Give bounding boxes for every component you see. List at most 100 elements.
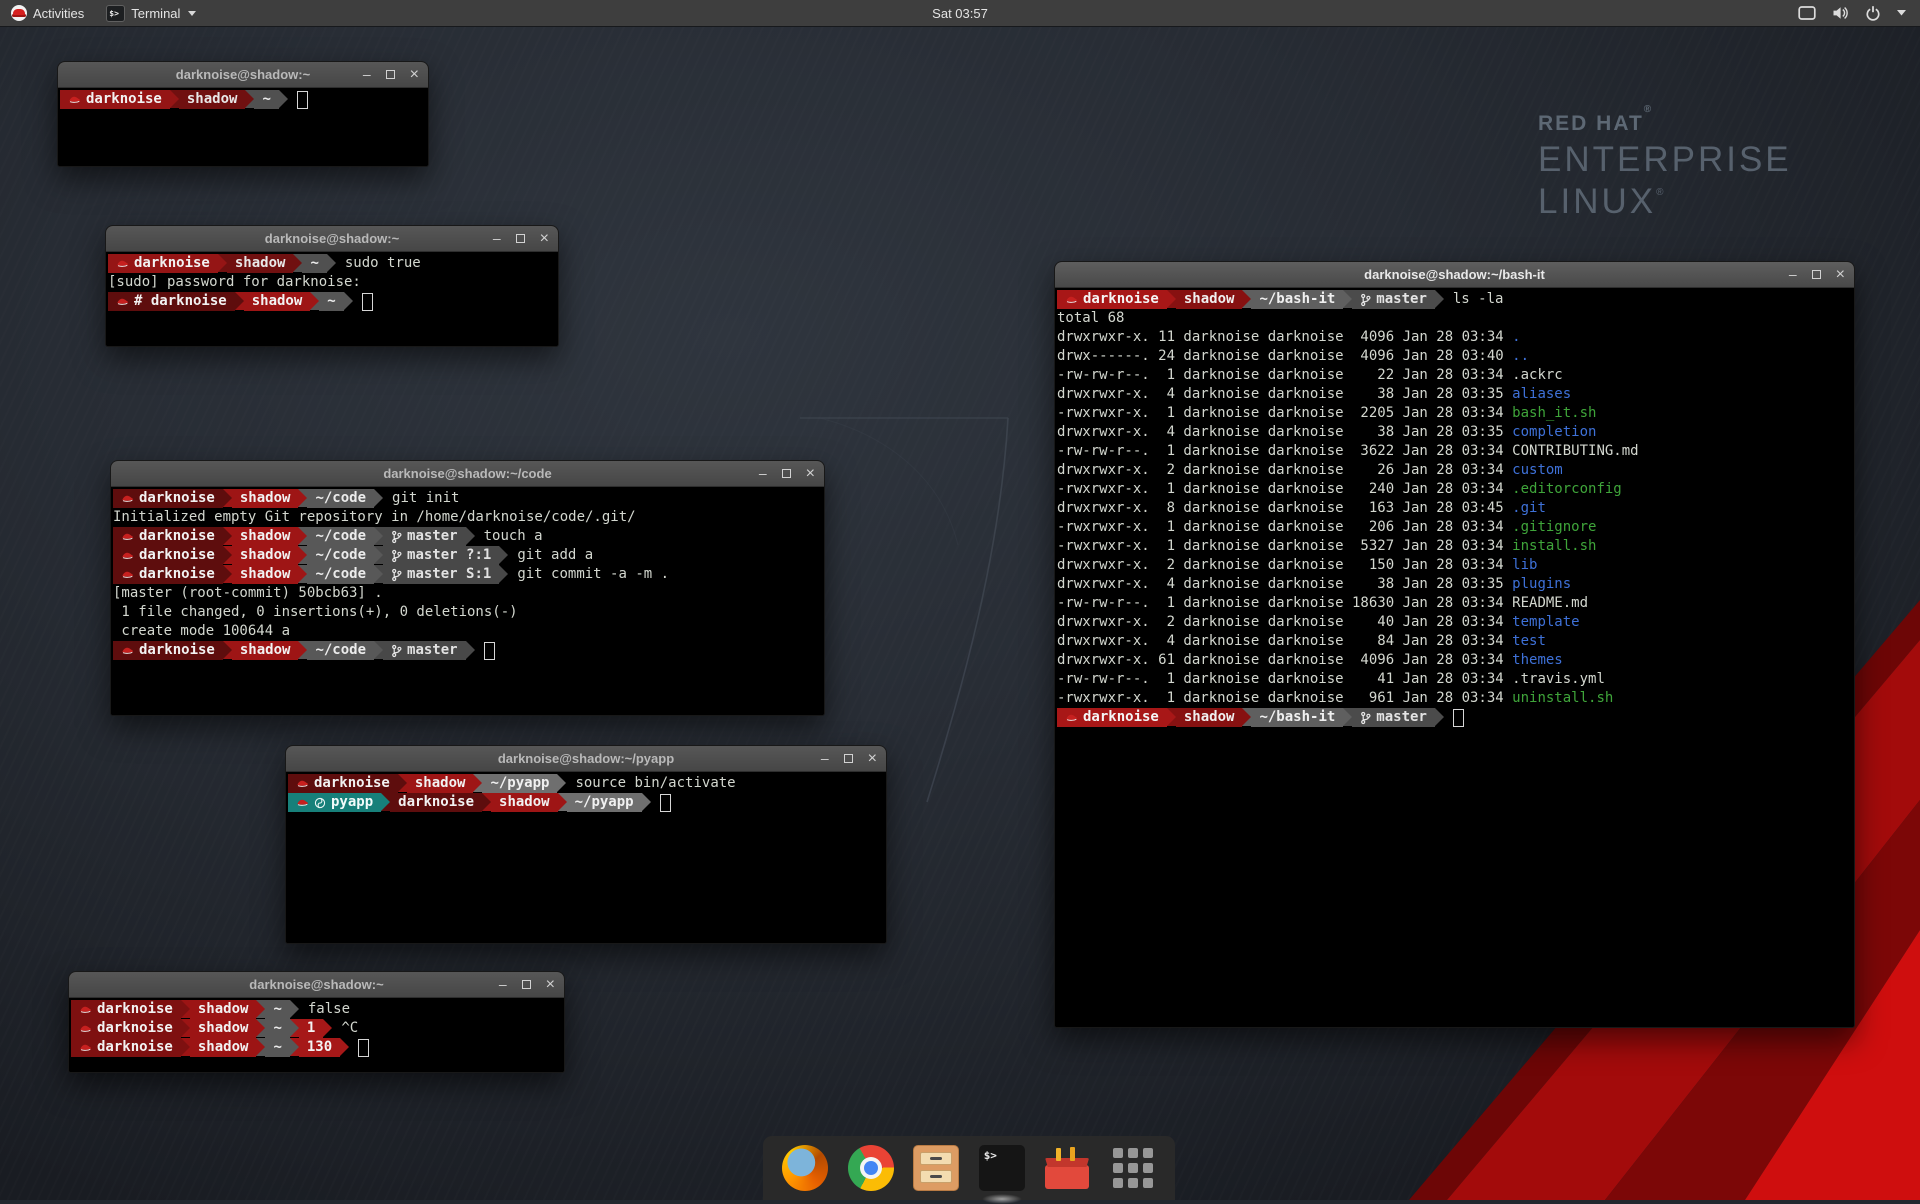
prompt-line: darknoiseshadow~/bash-itmaster — [1057, 708, 1854, 727]
maximize-button[interactable] — [522, 980, 531, 989]
maximize-button[interactable] — [844, 754, 853, 763]
ls-row: drwxrwxr-x. 4 darknoise darknoise 84 Jan… — [1057, 632, 1512, 651]
powerline-separator — [374, 641, 383, 659]
segment-text: ~/code — [315, 489, 366, 508]
segment-text: ~/code — [315, 546, 366, 565]
power-icon[interactable] — [1865, 5, 1881, 22]
terminal-line: -rw-rw-r--. 1 darknoise darknoise 3622 J… — [1057, 442, 1854, 461]
files-icon[interactable] — [913, 1145, 959, 1191]
terminal-window[interactable]: darknoise@shadow:~–×darknoiseshadow~sudo… — [105, 225, 559, 347]
terminal-screen[interactable]: darknoiseshadow~ — [58, 88, 428, 166]
minimize-button[interactable]: – — [363, 62, 371, 87]
powerline-separator — [223, 489, 232, 507]
window-titlebar[interactable]: darknoise@shadow:~/pyapp–× — [286, 746, 886, 772]
close-button[interactable]: × — [410, 62, 419, 87]
segment-text: ~ — [273, 1019, 281, 1038]
terminal-window[interactable]: darknoise@shadow:~/pyapp–×darknoiseshado… — [285, 745, 887, 944]
file-name: README.md — [1512, 594, 1588, 613]
segment-text: # darknoise — [134, 292, 227, 311]
window-titlebar[interactable]: darknoise@shadow:~/bash-it–× — [1055, 262, 1854, 288]
terminal-line: drwxrwxr-x. 2 darknoise darknoise 150 Ja… — [1057, 556, 1854, 575]
ls-row: -rwxrwxr-x. 1 darknoise darknoise 206 Ja… — [1057, 518, 1512, 537]
maximize-button[interactable] — [386, 70, 395, 79]
terminal-screen[interactable]: darknoiseshadow~sudo true[sudo] password… — [106, 252, 558, 346]
git-branch-icon — [391, 549, 402, 563]
window-titlebar[interactable]: darknoise@shadow:~–× — [106, 226, 558, 252]
ls-row: drwx------. 24 darknoise darknoise 4096 … — [1057, 347, 1512, 366]
powerline-separator — [290, 1000, 299, 1018]
window-titlebar[interactable]: darknoise@shadow:~–× — [58, 62, 428, 88]
display-icon[interactable] — [1798, 5, 1816, 21]
prompt-segment: ~/bash-it — [1251, 708, 1343, 727]
terminal-screen[interactable]: darknoiseshadow~falsedarknoiseshadow~1^C… — [69, 998, 564, 1072]
terminal-screen[interactable]: darknoiseshadow~/bash-itmasterls -latota… — [1055, 288, 1854, 1027]
command-text: false — [308, 1000, 350, 1019]
activities-button[interactable]: Activities — [0, 0, 95, 26]
prompt-line: darknoiseshadow~sudo true — [108, 254, 558, 273]
powerline-separator — [256, 1019, 265, 1037]
ls-row: drwxrwxr-x. 8 darknoise darknoise 163 Ja… — [1057, 499, 1512, 518]
terminal-window[interactable]: darknoise@shadow:~/code–×darknoiseshadow… — [110, 460, 825, 716]
prompt-segment: darknoise — [390, 793, 482, 812]
app-menu-terminal[interactable]: $> Terminal — [95, 0, 207, 26]
powerline-separator — [1167, 290, 1176, 308]
segment-text: shadow — [240, 641, 291, 660]
prompt-segment: shadow — [190, 1038, 257, 1057]
branding-enterprise: ENTERPRISE — [1538, 140, 1792, 180]
prompt-segment: darknoise — [113, 546, 223, 565]
powerline-separator — [374, 565, 383, 583]
terminal-icon[interactable]: $> — [979, 1145, 1025, 1191]
clock[interactable]: Sat 03:57 — [0, 6, 1920, 21]
terminal-screen[interactable]: darknoiseshadow~/codegit initInitialized… — [111, 487, 824, 715]
prompt-segment: master — [1352, 708, 1435, 727]
segment-text: darknoise — [134, 254, 210, 273]
minimize-button[interactable]: – — [759, 461, 767, 486]
chevron-down-icon[interactable] — [1897, 10, 1906, 16]
command-text: git init — [392, 489, 459, 508]
segment-text: ~/bash-it — [1259, 708, 1335, 727]
terminal-line: drwxrwxr-x. 2 darknoise darknoise 26 Jan… — [1057, 461, 1854, 480]
close-button[interactable]: × — [540, 226, 549, 251]
toolbox-tool — [1070, 1147, 1075, 1161]
terminal-screen[interactable]: darknoiseshadow~/pyappsource bin/activat… — [286, 772, 886, 943]
command-text: touch a — [484, 527, 543, 546]
file-name: bash_it.sh — [1512, 404, 1596, 423]
terminal-window[interactable]: darknoise@shadow:~–×darknoiseshadow~ — [57, 61, 429, 167]
terminal-window[interactable]: darknoise@shadow:~/bash-it–×darknoisesha… — [1054, 261, 1855, 1028]
minimize-button[interactable]: – — [821, 746, 829, 771]
segment-text: darknoise — [1083, 290, 1159, 309]
output-text: total 68 — [1057, 309, 1124, 328]
segment-text: shadow — [235, 254, 286, 273]
window-titlebar[interactable]: darknoise@shadow:~–× — [69, 972, 564, 998]
maximize-button[interactable] — [516, 234, 525, 243]
ls-row: -rw-rw-r--. 1 darknoise darknoise 22 Jan… — [1057, 366, 1512, 385]
minimize-button[interactable]: – — [493, 226, 501, 251]
powerline-separator — [323, 1019, 332, 1037]
maximize-button[interactable] — [782, 469, 791, 478]
prompt-segment: ~ — [265, 1038, 289, 1057]
close-button[interactable]: × — [546, 972, 555, 997]
terminal-window[interactable]: darknoise@shadow:~–×darknoiseshadow~fals… — [68, 971, 565, 1073]
minimize-button[interactable]: – — [1789, 262, 1797, 287]
firefox-icon[interactable] — [782, 1145, 828, 1191]
volume-icon[interactable] — [1832, 5, 1849, 21]
prompt-line: # darknoiseshadow~ — [108, 292, 558, 311]
command-text: git commit -a -m . — [517, 565, 669, 584]
window-buttons: –× — [1789, 262, 1845, 287]
window-titlebar[interactable]: darknoise@shadow:~/code–× — [111, 461, 824, 487]
maximize-button[interactable] — [1812, 270, 1821, 279]
close-button[interactable]: × — [1836, 262, 1845, 287]
chrome-icon[interactable] — [848, 1145, 894, 1191]
close-button[interactable]: × — [868, 746, 877, 771]
redhat-icon — [1065, 712, 1078, 723]
powerline-separator — [1435, 708, 1444, 726]
toolbox-icon[interactable] — [1044, 1145, 1090, 1191]
segment-text: shadow — [198, 1019, 249, 1038]
powerline-separator — [558, 793, 567, 811]
app-grid-icon[interactable] — [1110, 1145, 1156, 1191]
close-button[interactable]: × — [806, 461, 815, 486]
minimize-button[interactable]: – — [499, 972, 507, 997]
toolbox-tool — [1056, 1148, 1061, 1161]
segment-text: darknoise — [97, 1000, 173, 1019]
terminal-cursor — [660, 794, 671, 812]
